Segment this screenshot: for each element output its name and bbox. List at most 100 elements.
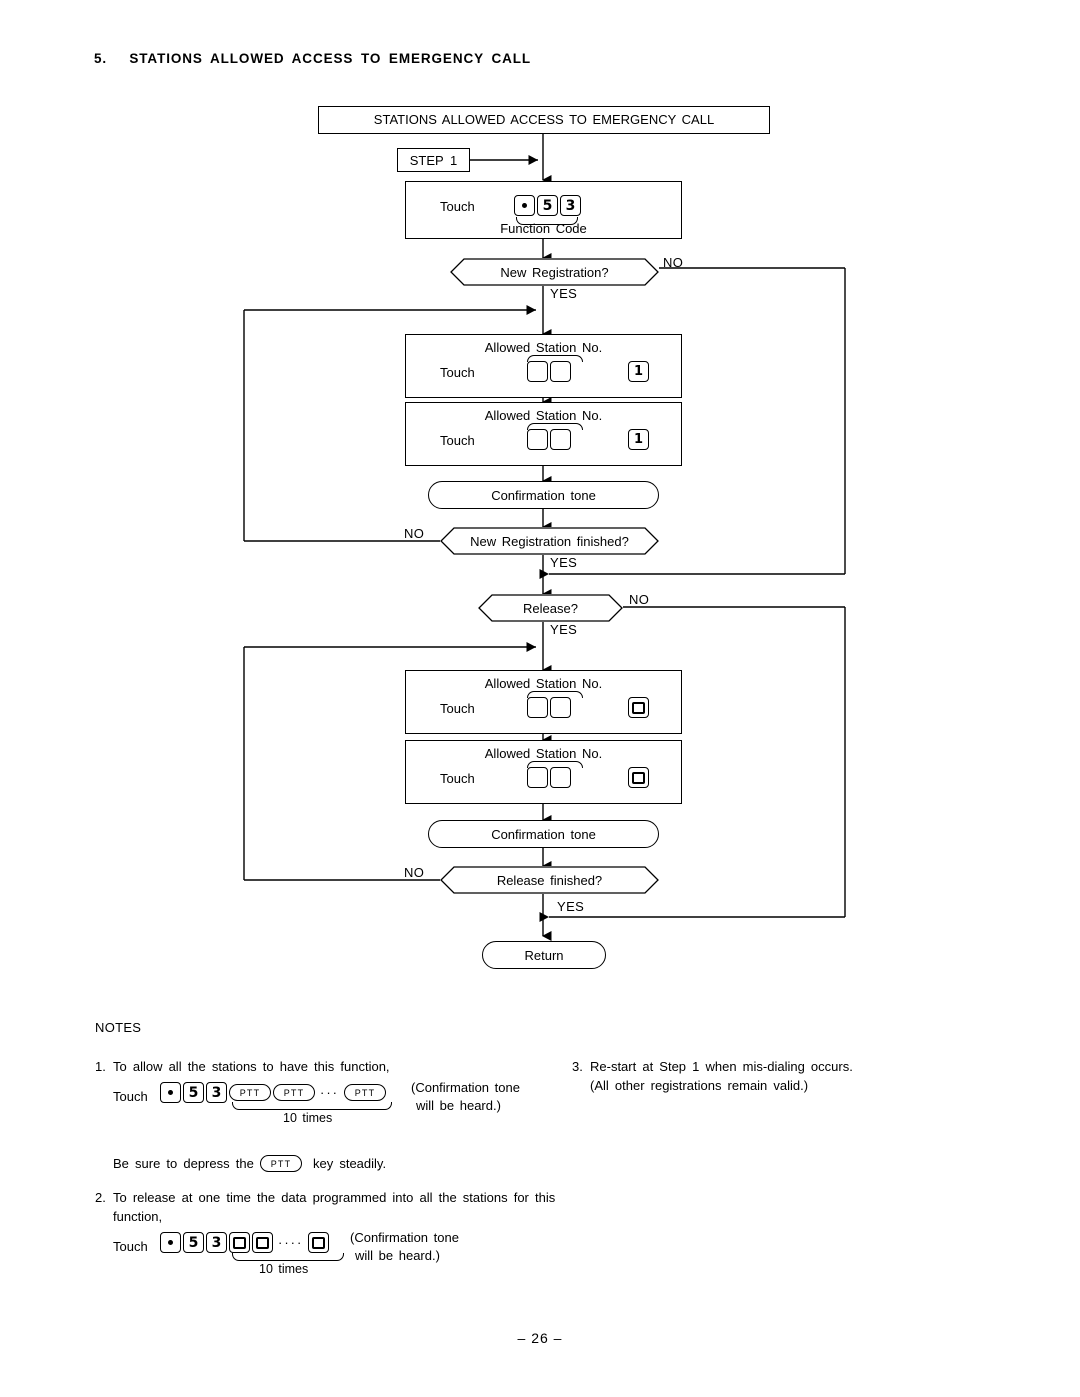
key-blank [550,361,571,382]
decision-release-finished-label: Release finished? [496,872,603,888]
page-number: – 26 – [517,1330,563,1346]
notes-heading: NOTES [95,1020,142,1035]
touch-label: Touch [440,365,475,380]
key-blank [527,697,548,718]
decision-release-finished: Release finished? [440,866,659,894]
note-1-subtext-before: Be sure to depress the [113,1156,254,1171]
touch-label: Touch [440,771,475,786]
key-blank [550,767,571,788]
note-2-text-line-2: function, [113,1209,163,1224]
key-ptt: PTT [260,1155,302,1172]
function-code-label: Function Code [500,221,587,236]
branch-yes-new-registration-finished: YES [550,555,578,570]
key-3: 3 [206,1082,227,1103]
confirmation-tone-label: Confirmation tone [491,826,596,842]
note-2-touch-label: Touch [113,1239,148,1254]
touch-function-code-box: Touch 5 3 Function Code [405,181,682,239]
note-2-result-line-2: will be heard.) [355,1248,440,1263]
registration-mode-key: 1 [628,361,649,382]
note-2-number: 2. [95,1190,106,1205]
key-5: 5 [183,1232,204,1253]
key-dot-icon [514,195,535,216]
note-1-subtext-key: PTT [260,1155,302,1172]
confirmation-tone-registration: Confirmation tone [428,481,659,509]
return-label: Return [524,947,564,963]
decision-new-registration: New Registration? [450,258,659,286]
key-0 [308,1232,330,1253]
decision-release-label: Release? [523,600,578,616]
key-1: 1 [628,429,649,450]
note-1-repeat-brace [232,1102,392,1110]
release-station-box-2: Allowed Station No. Touch [405,740,682,804]
allowed-station-no-label: Allowed Station No. [484,408,603,423]
flow-header-box: STATIONS ALLOWED ACCESS TO EMERGENCY CAL… [318,106,770,134]
decision-new-registration-finished: New Registration finished? [440,527,659,555]
note-2-result-line-1: (Confirmation tone [350,1230,459,1245]
note-2-repeat-count: 10 times [259,1262,309,1276]
registration-mode-key: 1 [628,429,649,450]
note-3-text: Re-start at Step 1 when mis-dialing occu… [590,1059,853,1074]
station-number-keys [527,697,571,718]
key-0 [229,1232,250,1253]
branch-yes-release-finished: YES [557,899,585,914]
note-1-result-line-1: (Confirmation tone [411,1080,520,1095]
note-1-touch-label: Touch [113,1089,148,1104]
touch-label: Touch [440,433,475,448]
note-3-number: 3. [572,1059,583,1074]
note-1-ellipsis: ··· [320,1085,339,1100]
decision-release: Release? [478,594,623,622]
key-0 [628,697,649,718]
key-ptt: PTT [344,1084,386,1101]
key-blank [527,767,548,788]
touch-label: Touch [440,701,475,716]
return-terminal: Return [482,941,606,969]
note-2-key-sequence: 5 3 ···· [160,1232,330,1253]
branch-no-new-registration: NO [663,255,684,270]
branch-no-new-registration-finished: NO [404,526,425,541]
note-2-text: To release at one time the data programm… [113,1190,556,1205]
confirmation-tone-label: Confirmation tone [491,487,596,503]
note-1-text: To allow all the stations to have this f… [113,1059,390,1074]
key-3: 3 [206,1232,227,1253]
allowed-station-no-label: Allowed Station No. [484,340,603,355]
note-1-repeat-count: 10 times [283,1111,333,1125]
key-dot-icon [160,1082,181,1103]
key-blank [550,429,571,450]
registration-station-box-2: Allowed Station No. Touch 1 [405,402,682,466]
function-code-keys: 5 3 [514,195,581,216]
note-2-ellipsis: ···· [278,1235,304,1250]
note-2-repeat-brace [232,1253,344,1261]
key-1: 1 [628,361,649,382]
branch-yes-release: YES [550,622,578,637]
key-ptt: PTT [273,1084,315,1101]
branch-no-release-finished: NO [404,865,425,880]
allowed-station-no-label: Allowed Station No. [484,676,603,691]
key-0 [252,1232,273,1253]
note-1-key-sequence: 5 3 PTT PTT ··· PTT [160,1082,386,1103]
key-5: 5 [537,195,558,216]
step-1-box: STEP 1 [397,148,470,172]
branch-no-release: NO [629,592,650,607]
release-station-box-1: Allowed Station No. Touch [405,670,682,734]
allowed-station-no-label: Allowed Station No. [484,746,603,761]
key-blank [550,697,571,718]
key-blank [527,429,548,450]
key-blank [527,361,548,382]
release-mode-key [628,767,649,788]
key-dot-icon [160,1232,181,1253]
station-number-keys [527,361,571,382]
note-1-result-line-2: will be heard.) [416,1098,501,1113]
note-1-number: 1. [95,1059,106,1074]
key-5: 5 [183,1082,204,1103]
confirmation-tone-release: Confirmation tone [428,820,659,848]
flowchart: STATIONS ALLOWED ACCESS TO EMERGENCY CAL… [0,0,1080,1000]
step-1-label: STEP 1 [409,152,458,168]
key-0 [628,767,649,788]
decision-new-registration-finished-label: New Registration finished? [470,533,629,549]
release-mode-key [628,697,649,718]
note-1-subtext-after: key steadily. [313,1156,387,1171]
note-3-text-line-2: (All other registrations remain valid.) [590,1078,809,1093]
flow-header-label: STATIONS ALLOWED ACCESS TO EMERGENCY CAL… [373,112,715,127]
touch-label: Touch [440,199,475,214]
station-number-keys [527,767,571,788]
